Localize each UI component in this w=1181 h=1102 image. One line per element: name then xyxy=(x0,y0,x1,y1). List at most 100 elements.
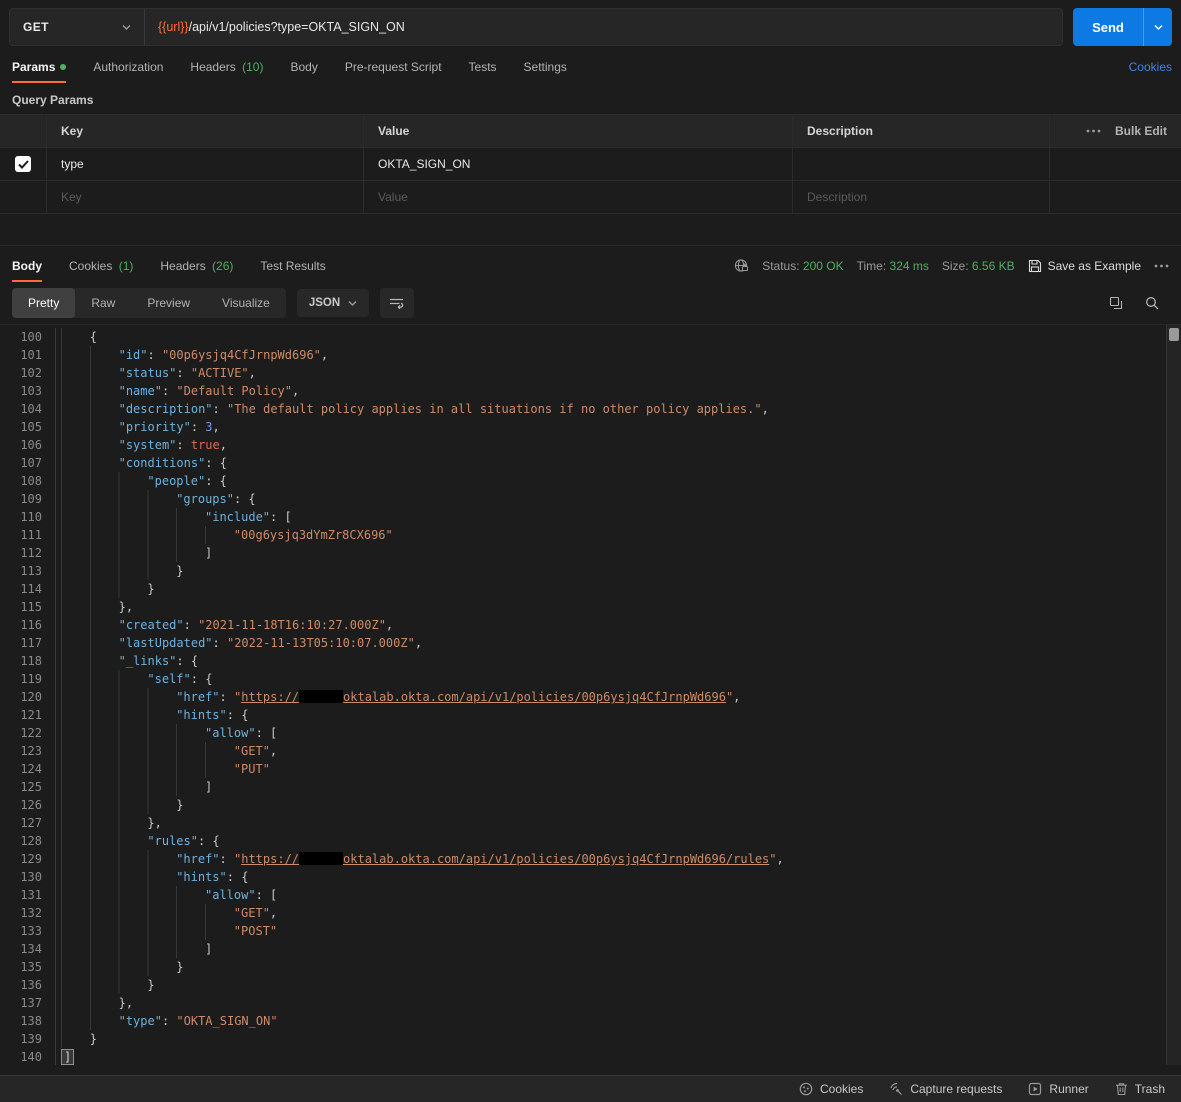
code-line: 108"people": { xyxy=(0,472,1181,490)
tab-body[interactable]: Body xyxy=(12,259,42,282)
tab-pre-request-script[interactable]: Pre-request Script xyxy=(345,60,442,83)
check-icon xyxy=(18,160,29,169)
response-tabs: Body Cookies (1) Headers (26) Test Results xyxy=(12,259,326,282)
code-link[interactable]: oktalab.okta.com/api/v1/policies/00p6ysj… xyxy=(343,852,769,866)
response-header: BodyCookies (1)Headers (26)Test Results … xyxy=(0,245,1181,282)
code-token: "allow" xyxy=(205,888,256,902)
view-tab-pretty[interactable]: Pretty xyxy=(12,288,75,318)
footer-trash[interactable]: Trash xyxy=(1115,1082,1165,1096)
param-description-cell[interactable] xyxy=(793,148,1049,180)
code-line: 125] xyxy=(0,778,1181,796)
code-token: true xyxy=(191,438,220,452)
cookies-link[interactable]: Cookies xyxy=(1129,60,1172,83)
code-token: : xyxy=(213,636,227,650)
param-enabled-checkbox[interactable] xyxy=(15,156,31,172)
more-options-icon[interactable] xyxy=(1086,129,1101,133)
line-number: 135 xyxy=(0,958,42,976)
code-token: : xyxy=(176,438,190,452)
code-link[interactable]: https:// xyxy=(241,690,299,704)
method-select[interactable]: GET xyxy=(10,9,145,45)
tab-headers[interactable]: Headers (10) xyxy=(190,60,263,83)
postman-app: GET {{url}}/api/v1/policies?type=OKTA_SI… xyxy=(0,0,1181,1102)
code-link[interactable]: oktalab.okta.com/api/v1/policies/00p6ysj… xyxy=(343,690,726,704)
bulk-edit-button[interactable]: Bulk Edit xyxy=(1115,124,1167,138)
tab-params[interactable]: Params xyxy=(12,60,66,83)
param-value-placeholder[interactable]: Value xyxy=(364,181,793,213)
header-checkbox-cell xyxy=(0,115,47,147)
code-line: 135} xyxy=(0,958,1181,976)
vertical-scrollbar[interactable] xyxy=(1166,325,1181,1065)
code-token: "name" xyxy=(119,384,162,398)
tab-cookies[interactable]: Cookies (1) xyxy=(69,259,133,282)
tab-headers[interactable]: Headers (26) xyxy=(160,259,233,282)
save-as-example-button[interactable]: Save as Example xyxy=(1028,259,1141,273)
search-button[interactable] xyxy=(1145,296,1159,310)
code-line: 132"GET", xyxy=(0,904,1181,922)
line-number: 125 xyxy=(0,778,42,796)
code-token: "id" xyxy=(119,348,148,362)
chevron-down-icon xyxy=(348,300,357,306)
tab-tests[interactable]: Tests xyxy=(469,60,497,83)
code-token: "href" xyxy=(176,852,219,866)
footer-cookies[interactable]: Cookies xyxy=(799,1082,863,1096)
code-token: }, xyxy=(147,816,161,830)
code-token: : { xyxy=(234,492,256,506)
line-number: 101 xyxy=(0,346,42,364)
code-line: 118"_links": { xyxy=(0,652,1181,670)
code-token: "2021-11-18T16:10:27.000Z" xyxy=(198,618,386,632)
param-description-placeholder[interactable]: Description xyxy=(793,181,1049,213)
code-line: 139} xyxy=(0,1030,1181,1048)
copy-button[interactable] xyxy=(1109,296,1123,310)
param-key-placeholder[interactable]: Key xyxy=(47,181,364,213)
line-number: 124 xyxy=(0,760,42,778)
code-token: : xyxy=(191,420,205,434)
code-token: { xyxy=(90,330,97,344)
format-select[interactable]: JSON xyxy=(297,289,369,317)
tab-authorization[interactable]: Authorization xyxy=(93,60,163,83)
footer-capture-requests[interactable]: Capture requests xyxy=(889,1082,1002,1096)
view-tab-raw[interactable]: Raw xyxy=(75,288,131,318)
code-link[interactable]: https:// xyxy=(241,852,299,866)
table-header-row: Key Value Description Bulk Edit xyxy=(0,115,1181,148)
code-token: , xyxy=(733,690,740,704)
code-token: " xyxy=(769,852,776,866)
send-options-button[interactable] xyxy=(1143,8,1172,46)
code-token: : { xyxy=(205,474,227,488)
view-tab-visualize[interactable]: Visualize xyxy=(206,288,286,318)
code-token: "allow" xyxy=(205,726,256,740)
response-body-viewer[interactable]: 100{101"id": "00p6ysjq4CfJrnpWd696",102"… xyxy=(0,324,1181,1065)
code-token: , xyxy=(249,366,256,380)
code-token: "lastUpdated" xyxy=(119,636,213,650)
tab-settings[interactable]: Settings xyxy=(524,60,567,83)
url-input[interactable]: {{url}}/api/v1/policies?type=OKTA_SIGN_O… xyxy=(145,9,1062,45)
network-info-icon[interactable] xyxy=(734,258,749,273)
code-line: 126} xyxy=(0,796,1181,814)
footer-runner[interactable]: Runner xyxy=(1028,1082,1088,1096)
wrap-lines-button[interactable] xyxy=(380,288,414,318)
code-token: "status" xyxy=(119,366,177,380)
code-token: }, xyxy=(119,600,133,614)
response-more-options-button[interactable] xyxy=(1154,264,1169,268)
line-number: 114 xyxy=(0,580,42,598)
code-line: 137}, xyxy=(0,994,1181,1012)
view-tab-preview[interactable]: Preview xyxy=(131,288,206,318)
tab-test-results[interactable]: Test Results xyxy=(260,259,325,282)
param-value-cell[interactable]: OKTA_SIGN_ON xyxy=(364,148,793,180)
code-line: 100{ xyxy=(0,328,1181,346)
response-view-bar: PrettyRawPreviewVisualize JSON xyxy=(12,287,1169,319)
request-tabs: Params Authorization Headers (10) Body Pre-r… xyxy=(12,60,567,83)
scrollbar-thumb[interactable] xyxy=(1169,328,1179,341)
line-number: 122 xyxy=(0,724,42,742)
param-key-cell[interactable]: type xyxy=(47,148,364,180)
code-token: "system" xyxy=(119,438,177,452)
send-button[interactable]: Send xyxy=(1073,8,1143,46)
line-number: 103 xyxy=(0,382,42,400)
line-number: 130 xyxy=(0,868,42,886)
code-token: }, xyxy=(119,996,133,1010)
code-token: "2022-11-13T05:10:07.000Z" xyxy=(227,636,415,650)
code-line: 119"self": { xyxy=(0,670,1181,688)
code-token: "ACTIVE" xyxy=(191,366,249,380)
tab-body[interactable]: Body xyxy=(290,60,317,83)
header-description: Description xyxy=(793,115,1049,147)
footer-item-label: Runner xyxy=(1049,1082,1088,1096)
